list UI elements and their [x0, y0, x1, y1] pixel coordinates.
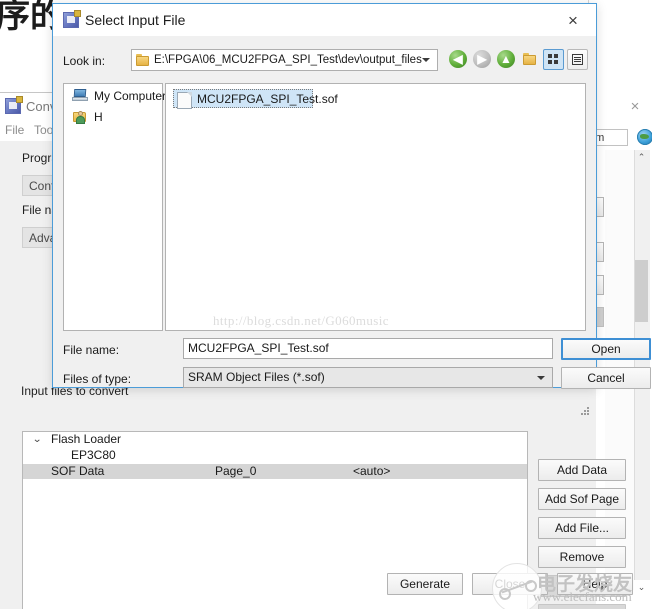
tree-row-label: SOF Data	[51, 464, 105, 478]
document-icon	[177, 92, 192, 109]
globe-icon	[637, 129, 652, 145]
file-name-label: File name:	[63, 343, 120, 357]
menu-file[interactable]: File	[5, 123, 24, 138]
file-item-label: MCU2FPGA_SPI_Test.sof	[197, 92, 338, 106]
table-row[interactable]: ⌄ Flash Loader	[23, 432, 527, 447]
chevron-down-icon[interactable]: ⌄	[32, 432, 42, 447]
elecfans-watermark-url: www.elecfans.com	[533, 589, 632, 604]
sidebar-item-label: H	[94, 110, 103, 124]
tree-row-label: EP3C80	[71, 448, 116, 462]
browser-scrollbar[interactable]	[634, 150, 650, 580]
remove-button[interactable]: Remove	[538, 546, 626, 568]
scroll-down-icon[interactable]: ⌄	[634, 580, 649, 595]
computer-icon	[72, 89, 88, 102]
csdn-watermark: http://blog.csdn.net/G060music	[213, 313, 389, 328]
browser-scrollbar-thumb[interactable]	[635, 260, 648, 322]
browser-close-icon[interactable]: ×	[628, 99, 642, 114]
select-input-file-dialog: Select Input File × Look in: E:\FPGA\06_…	[52, 3, 651, 415]
cancel-button[interactable]: Cancel	[561, 367, 651, 389]
sidebar-item-my-computer[interactable]: My Computer	[68, 86, 166, 106]
tree-row-address: <auto>	[353, 464, 391, 478]
detail-view-icon[interactable]	[567, 49, 588, 70]
folder-icon	[136, 54, 149, 66]
file-name-input[interactable]: MCU2FPGA_SPI_Test.sof	[183, 338, 553, 359]
sidebar-item-h[interactable]: H	[68, 107, 160, 127]
files-of-type-label: Files of type:	[63, 372, 132, 386]
back-icon[interactable]: ◀	[449, 50, 468, 69]
resize-grip[interactable]	[581, 407, 591, 417]
files-of-type-select[interactable]: SRAM Object Files (*.sof)	[183, 367, 553, 388]
files-of-type-value: SRAM Object Files (*.sof)	[188, 370, 325, 384]
close-icon[interactable]: ×	[561, 12, 585, 30]
generate-button[interactable]: Generate	[387, 573, 463, 595]
look-in-path: E:\FPGA\06_MCU2FPGA_SPI_Test\dev\output_…	[154, 54, 422, 66]
tree-row-page: Page_0	[215, 464, 257, 478]
file-list-panel[interactable]: MCU2FPGA_SPI_Test.sof	[165, 83, 586, 331]
chevron-down-icon[interactable]	[422, 58, 430, 62]
user-folder-icon	[73, 110, 87, 124]
scroll-up-icon[interactable]: ⌃	[634, 150, 649, 165]
dialog-titlebar: Select Input File ×	[53, 4, 596, 36]
dialog-title: Select Input File	[85, 12, 186, 28]
new-folder-icon[interactable]	[523, 53, 536, 65]
parent-folder-icon[interactable]: ▲	[497, 50, 516, 69]
add-sof-page-button[interactable]: Add Sof Page	[538, 488, 626, 510]
look-in-combobox[interactable]: E:\FPGA\06_MCU2FPGA_SPI_Test\dev\output_…	[131, 49, 438, 71]
quartus-icon	[63, 10, 81, 28]
sidebar-item-label: My Computer	[94, 89, 167, 103]
add-data-button[interactable]: Add Data	[538, 459, 626, 481]
open-button[interactable]: Open	[561, 338, 651, 360]
icon-view-icon[interactable]	[543, 49, 564, 70]
places-sidebar[interactable]: My Computer H	[63, 83, 166, 331]
add-file-button[interactable]: Add File...	[538, 517, 626, 539]
tree-row-label: Flash Loader	[51, 432, 122, 446]
forward-icon[interactable]: ▶	[473, 50, 492, 69]
table-row[interactable]: SOF Data Page_0 <auto>	[23, 464, 527, 479]
look-in-label: Look in:	[63, 54, 106, 68]
list-item[interactable]: MCU2FPGA_SPI_Test.sof	[173, 89, 338, 109]
table-row[interactable]: EP3C80	[23, 448, 527, 463]
screen-root: 序的 立即下 5网盘云￥ × om ⌃ ⌄ Convert Programmin…	[0, 0, 652, 609]
quartus-icon	[5, 96, 23, 114]
chevron-down-icon[interactable]	[537, 376, 545, 380]
dialog-body: Look in: E:\FPGA\06_MCU2FPGA_SPI_Test\de…	[53, 36, 651, 415]
